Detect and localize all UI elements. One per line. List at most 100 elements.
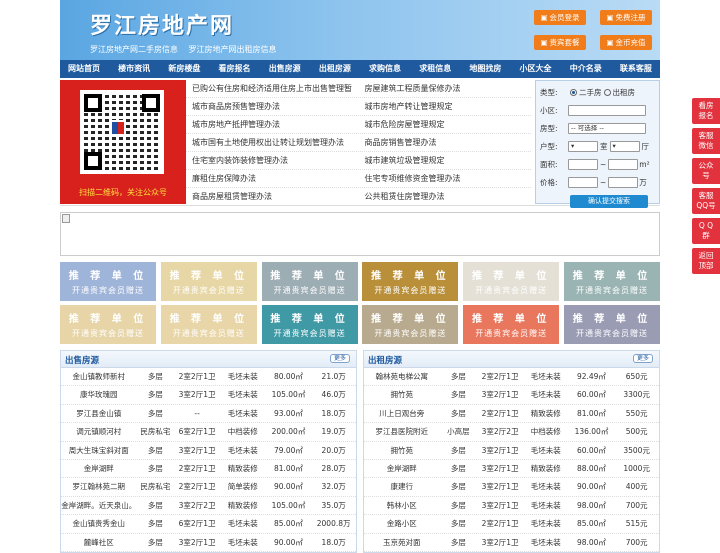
table-row[interactable]: 金山镇贵秀金山 多层 6室2厅1卫 毛坯未装 85.00㎡ 2000.8万 — [61, 515, 356, 534]
news-link[interactable]: 住宅室内装饰装修管理办法 — [186, 152, 359, 169]
nav-for-rent[interactable]: 出租房源 — [319, 60, 351, 78]
news-link[interactable]: 商品房屋租赁管理办法 — [186, 188, 359, 205]
table-cell[interactable]: 麓峰社区 — [61, 534, 136, 551]
table-row[interactable]: 周大生珠宝斜对面 多层 3室2厅1卫 毛坯未装 79.00㎡ 20.0万 — [61, 442, 356, 460]
table-row[interactable]: 川上日观台旁 多层 2室2厅1卫 精致装修 81.00㎡ 550元 — [364, 405, 659, 424]
table-row[interactable]: 金岸湖畔 多层 2室2厅1卫 精致装修 81.00㎡ 28.0万 — [61, 460, 356, 479]
news-link[interactable]: 城市商品房预售管理办法 — [186, 98, 359, 115]
rent-more-button[interactable]: 更多 — [633, 354, 653, 363]
news-link[interactable]: 城市建筑垃圾管理规定 — [359, 152, 532, 169]
price-max-input[interactable] — [608, 176, 639, 188]
register-button[interactable]: ▣ 免费注册 — [600, 10, 652, 25]
promo-card[interactable]: 推 荐 单 位开通贵宾会员赠送 — [362, 305, 459, 344]
table-cell[interactable]: 翰林苑电梯公寓 — [364, 368, 439, 385]
banner-image[interactable] — [60, 212, 660, 256]
nav-wanted-buy[interactable]: 求购信息 — [369, 60, 401, 78]
table-row[interactable]: 麓峰社区 多层 3室2厅1卫 毛坯未装 90.00㎡ 18.0万 — [61, 534, 356, 552]
table-cell[interactable]: 调元镇顺河村 — [61, 423, 136, 440]
promo-card[interactable]: 推 荐 单 位开通贵宾会员赠送 — [160, 305, 257, 344]
sale-more-button[interactable]: 更多 — [330, 354, 350, 363]
promo-card[interactable]: 推 荐 单 位开通贵宾会员赠送 — [463, 305, 560, 344]
site-logo-title[interactable]: 罗江房地产网 — [90, 8, 234, 40]
table-row[interactable]: 调元镇顺河村 民房私宅 6室2厅1卫 中档装修 200.00㎡ 19.0万 — [61, 423, 356, 442]
table-cell[interactable]: 康华玫瑰园 — [61, 386, 136, 403]
nav-viewing-signup[interactable]: 看房报名 — [219, 60, 251, 78]
table-row[interactable]: 罗江县医院附近 小高层 3室2厅2卫 中档装修 136.00㎡ 500元 — [364, 423, 659, 442]
table-row[interactable]: 玉京苑对面 多层 3室2厅1卫 毛坯未装 98.00㎡ 700元 — [364, 534, 659, 552]
table-row[interactable]: 罗江翰林苑二期 民房私宅 2室2厅1卫 简单装修 90.00㎡ 32.0万 — [61, 478, 356, 497]
nav-news[interactable]: 楼市资讯 — [118, 60, 150, 78]
table-cell[interactable]: 拥竹苑 — [364, 386, 439, 403]
area-min-input[interactable] — [568, 158, 598, 170]
news-link[interactable]: 廉租住房保障办法 — [186, 170, 359, 187]
news-link[interactable]: 住宅专项维修资金管理办法 — [359, 170, 532, 187]
table-cell[interactable]: 康建行 — [364, 478, 439, 495]
header-link-rent[interactable]: 罗江房地产网出租房信息 — [189, 45, 277, 54]
table-row[interactable]: 金山镇教师新村 多层 2室2厅1卫 毛坯未装 80.00㎡ 21.0万 — [61, 368, 356, 387]
side-service-qq-button[interactable]: 客服 QQ号 — [692, 188, 720, 214]
table-row[interactable]: 金岸湖畔。近天泉山。 多层 3室2厅2卫 精致装修 105.00㎡ 35.0万 — [61, 497, 356, 516]
side-official-account-button[interactable]: 公众号 — [692, 158, 720, 184]
table-cell[interactable]: 金岸湖畔 — [364, 460, 439, 477]
nav-contact[interactable]: 联系客服 — [620, 60, 652, 78]
nav-map-search[interactable]: 地图找房 — [469, 60, 501, 78]
radio-rental[interactable] — [603, 88, 611, 96]
table-row[interactable]: 罗江县金山镇 多层 -- 毛坯未装 93.00㎡ 18.0万 — [61, 405, 356, 424]
table-cell[interactable]: 罗江县金山镇 — [61, 405, 136, 422]
table-cell[interactable]: 金山镇教师新村 — [61, 368, 136, 385]
login-button[interactable]: ▣ 会员登录 — [534, 10, 586, 25]
table-row[interactable]: 金路小区 多层 2室2厅1卫 毛坯未装 85.00㎡ 515元 — [364, 515, 659, 534]
table-row[interactable]: 金岸湖畔 多层 3室2厅1卫 精致装修 88.00㎡ 1000元 — [364, 460, 659, 479]
nav-home[interactable]: 网站首页 — [68, 60, 100, 78]
table-cell[interactable]: 韩林小区 — [364, 497, 439, 514]
news-link[interactable]: 房屋建筑工程质量保修办法 — [359, 80, 532, 97]
news-link[interactable]: 公共租赁住房管理办法 — [359, 188, 532, 205]
table-cell[interactable]: 金岸湖畔。近天泉山。 — [61, 497, 136, 514]
price-min-input[interactable] — [568, 176, 598, 188]
table-cell[interactable]: 罗江翰林苑二期 — [61, 478, 136, 495]
promo-card[interactable]: 推 荐 单 位开通贵宾会员赠送 — [60, 305, 156, 344]
side-back-to-top-button[interactable]: 返回 顶部 — [692, 248, 720, 274]
table-cell[interactable]: 周大生珠宝斜对面 — [61, 442, 136, 459]
news-link[interactable]: 城市危险房屋管理规定 — [359, 116, 532, 133]
table-cell[interactable]: 川上日观台旁 — [364, 405, 439, 422]
news-link[interactable]: 城市国有土地使用权出让转让规划管理办法 — [186, 134, 359, 151]
side-service-wechat-button[interactable]: 客服 微信 — [692, 128, 720, 154]
area-max-input[interactable] — [608, 158, 639, 170]
room-select[interactable]: ▾ — [568, 140, 598, 152]
house-type-select[interactable]: -- 可选择 -- — [568, 122, 646, 134]
table-row[interactable]: 拥竹苑 多层 3室2厅1卫 毛坯未装 60.00㎡ 3500元 — [364, 442, 659, 460]
promo-card[interactable]: 推 荐 单 位开通贵宾会员赠送 — [362, 262, 459, 301]
news-link[interactable]: 城市房地产转让管理规定 — [359, 98, 532, 115]
news-link[interactable]: 城市房地产抵押管理办法 — [186, 116, 359, 133]
community-input[interactable] — [568, 104, 646, 116]
side-viewing-signup-button[interactable]: 看房 报名 — [692, 98, 720, 124]
promo-card[interactable]: 推 荐 单 位开通贵宾会员赠送 — [261, 305, 358, 344]
header-link-sale[interactable]: 罗江房地产网二手房信息 — [90, 45, 178, 54]
table-cell[interactable]: 玉京苑对面 — [364, 534, 439, 551]
recharge-button[interactable]: ▣ 金币充值 — [600, 35, 652, 50]
table-cell[interactable]: 拥竹苑 — [364, 442, 439, 459]
table-cell[interactable]: 金山镇贵秀金山 — [61, 515, 136, 532]
news-link[interactable]: 商品房销售管理办法 — [359, 134, 532, 151]
promo-card[interactable]: 推 荐 单 位开通贵宾会员赠送 — [160, 262, 257, 301]
nav-for-sale[interactable]: 出售房源 — [269, 60, 301, 78]
nav-communities[interactable]: 小区大全 — [520, 60, 552, 78]
table-cell[interactable]: 金岸湖畔 — [61, 460, 136, 477]
search-submit-button[interactable]: 确认提交搜索 — [570, 195, 648, 208]
table-row[interactable]: 康建行 多层 3室2厅1卫 毛坯未装 90.00㎡ 400元 — [364, 478, 659, 497]
nav-new-homes[interactable]: 新房楼盘 — [168, 60, 200, 78]
table-row[interactable]: 康华玫瑰园 多层 3室2厅1卫 毛坯未装 105.00㎡ 46.0万 — [61, 386, 356, 405]
promo-card[interactable]: 推 荐 单 位开通贵宾会员赠送 — [60, 262, 156, 301]
vip-package-button[interactable]: ▣ 贵宾套餐 — [534, 35, 586, 50]
table-cell[interactable]: 罗江县医院附近 — [364, 423, 439, 440]
radio-secondhand[interactable] — [570, 88, 577, 96]
nav-agents[interactable]: 中介名录 — [570, 60, 602, 78]
nav-wanted-rent[interactable]: 求租信息 — [419, 60, 451, 78]
news-link[interactable]: 已购公有住房和经济适用住房上市出售管理暂 — [186, 80, 359, 97]
side-qq-group-button[interactable]: Q Q群 — [692, 218, 720, 244]
table-row[interactable]: 翰林苑电梯公寓 多层 2室2厅1卫 毛坯未装 92.49㎡ 650元 — [364, 368, 659, 387]
table-row[interactable]: 韩林小区 多层 3室2厅1卫 毛坯未装 98.00㎡ 700元 — [364, 497, 659, 516]
promo-card[interactable]: 推 荐 单 位开通贵宾会员赠送 — [261, 262, 358, 301]
table-cell[interactable]: 金路小区 — [364, 515, 439, 532]
